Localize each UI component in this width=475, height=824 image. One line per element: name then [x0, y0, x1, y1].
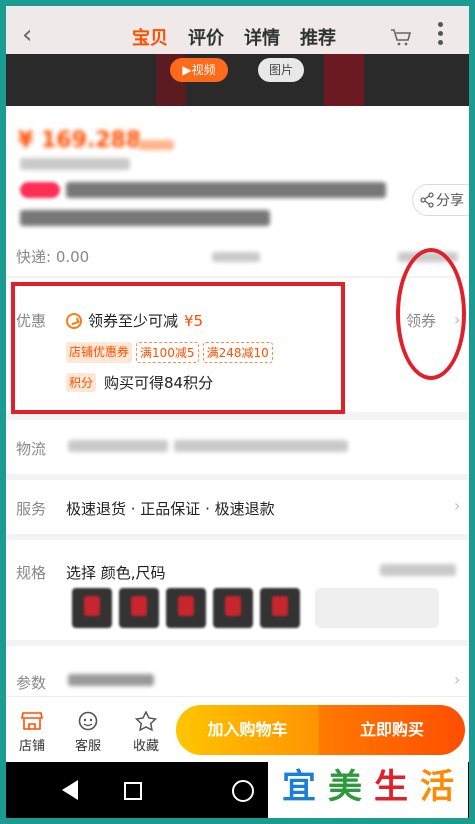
chevron-right-icon: ›	[454, 670, 461, 689]
watermark-logo: 宜 美 生 活	[268, 756, 468, 818]
params-label: 参数	[16, 674, 47, 692]
tab-details[interactable]: 详情	[244, 24, 280, 50]
product-screen: ‹ 宝贝 评价 详情 推荐 ▶视频 图片 ¥ 1​69.2​8​8 分	[6, 6, 469, 818]
service-label: 服务	[16, 500, 47, 518]
service-row[interactable]: 服务 极速退货 · 正品保证 · 极速退款 ›	[6, 480, 469, 534]
watermark-char: 宜	[282, 767, 316, 807]
shipping-fee: 快递: 0.00	[16, 248, 90, 266]
favorite-button[interactable]: 收藏	[126, 711, 166, 754]
share-label: 分享	[436, 193, 464, 209]
specs-label: 规格	[16, 564, 47, 582]
video-toggle[interactable]: ▶视频	[170, 58, 228, 82]
watermark-char: 活	[420, 767, 454, 807]
highlight-oval	[396, 248, 466, 380]
shop-icon	[21, 712, 43, 730]
star-icon	[135, 711, 157, 731]
favorite-label: 收藏	[132, 739, 159, 754]
product-image-strip	[6, 54, 469, 106]
shop-label: 店铺	[18, 739, 45, 754]
variant-thumbnail[interactable]	[119, 588, 159, 628]
customer-service-button[interactable]: 客服	[68, 711, 108, 754]
tab-recommend[interactable]: 推荐	[300, 24, 336, 50]
cart-icon[interactable]	[390, 28, 412, 46]
nav-circle-icon[interactable]	[232, 780, 254, 802]
tab-reviews[interactable]: 评价	[188, 24, 224, 50]
promo-badge	[20, 182, 60, 198]
variant-thumbnails	[72, 588, 439, 628]
more-menu-icon[interactable]	[438, 22, 444, 48]
service-text: 极速退货 · 正品保证 · 极速退款	[66, 500, 275, 518]
logistics-row[interactable]: 物流	[6, 420, 469, 474]
price: ¥ 1​69.2​8​8	[18, 128, 142, 153]
back-icon[interactable]: ‹	[22, 20, 48, 50]
chevron-right-icon: ›	[454, 496, 461, 515]
tab-bar: 宝贝 评价 详情 推荐	[132, 24, 336, 60]
watermark-char: 美	[328, 767, 362, 807]
more-variants[interactable]	[315, 588, 439, 628]
customer-service-label: 客服	[74, 739, 101, 754]
add-to-cart-button[interactable]: 加入购物车	[176, 705, 319, 755]
variant-thumbnail[interactable]	[72, 588, 112, 628]
shop-button[interactable]: 店铺	[12, 711, 52, 754]
photo-toggle[interactable]: 图片	[258, 58, 304, 82]
specs-row[interactable]: 规格 选择 颜色,尺码	[6, 540, 469, 640]
highlight-rectangle	[11, 282, 345, 414]
tab-product[interactable]: 宝贝	[132, 24, 168, 60]
buy-now-button[interactable]: 立即购买	[319, 705, 465, 755]
customer-service-icon	[78, 711, 98, 731]
specs-text: 选择 颜色,尺码	[66, 564, 166, 582]
bottom-action-bar: 店铺 客服 收藏 加入购物车 立即购买	[6, 696, 469, 762]
share-icon	[420, 192, 434, 208]
params-row[interactable]: 参数 ›	[6, 646, 469, 696]
variant-thumbnail[interactable]	[166, 588, 206, 628]
variant-thumbnail[interactable]	[260, 588, 300, 628]
nav-square-icon[interactable]	[124, 782, 142, 800]
watermark-char: 生	[374, 767, 408, 807]
variant-thumbnail[interactable]	[213, 588, 253, 628]
nav-back-icon[interactable]	[62, 780, 78, 800]
logistics-label: 物流	[16, 440, 47, 458]
